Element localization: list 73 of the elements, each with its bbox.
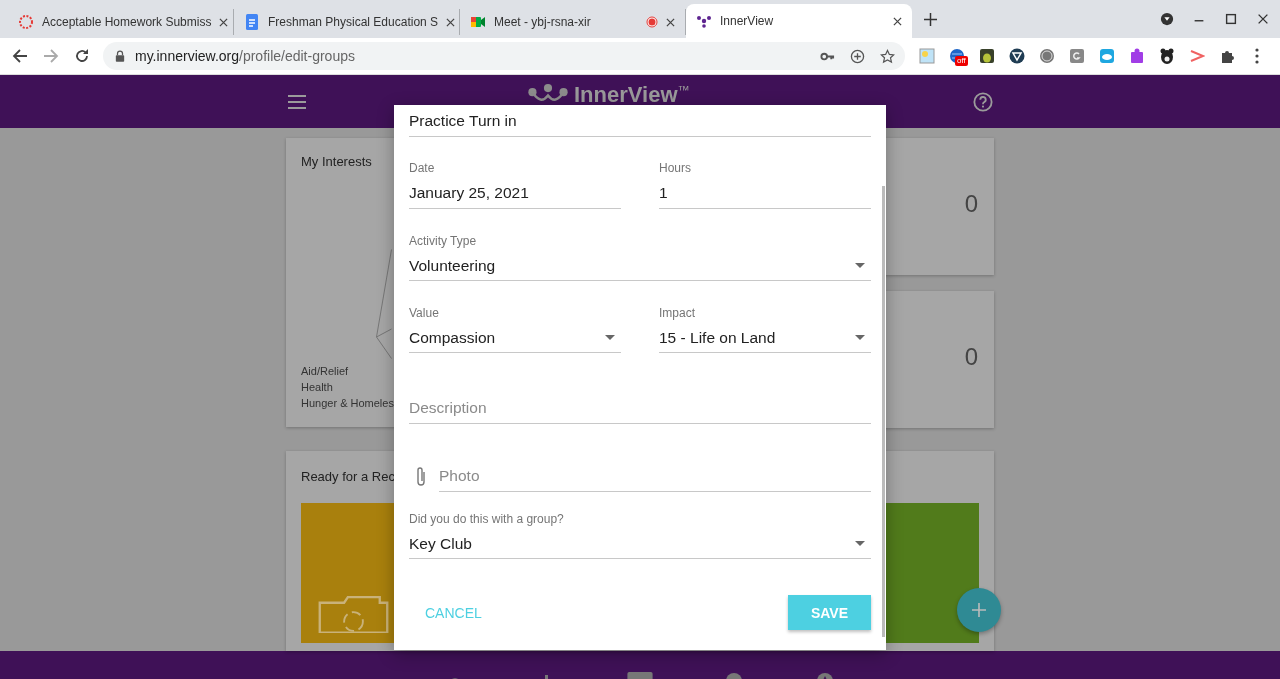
interest-label: Aid/Relief xyxy=(301,364,349,379)
circle-icon[interactable] xyxy=(1039,48,1055,64)
reload-icon[interactable] xyxy=(74,48,90,64)
address-bar[interactable]: my.innerview.org/profile/edit-groups xyxy=(103,42,905,70)
video-camera-icon xyxy=(470,14,486,30)
caret-icon xyxy=(855,541,865,546)
close-icon[interactable] xyxy=(219,17,229,27)
tab-title: Acceptable Homework Submiss xyxy=(42,15,212,29)
field-label: Date xyxy=(409,161,436,175)
field-label: Did you do this with a group? xyxy=(409,512,565,526)
caret-icon xyxy=(855,335,865,340)
globe-extension[interactable]: off xyxy=(949,48,965,64)
cloud-icon[interactable] xyxy=(1099,48,1115,64)
dots-logo-icon xyxy=(696,13,712,29)
select-field[interactable]: Compassion xyxy=(409,323,621,353)
document-icon xyxy=(244,14,260,30)
caret-icon xyxy=(855,263,865,268)
new-tab-icon[interactable] xyxy=(924,13,937,26)
logo-text: InnerView$^{™}$ xyxy=(574,81,690,108)
recording-icon xyxy=(646,16,658,28)
menu-icon[interactable] xyxy=(288,94,306,109)
close-icon[interactable] xyxy=(1256,12,1270,26)
card-title: My Interests xyxy=(301,154,372,169)
select-field[interactable]: Volunteering xyxy=(409,251,871,281)
select-field[interactable]: Key Club xyxy=(409,529,871,559)
paperclip-icon[interactable] xyxy=(415,465,427,488)
close-icon[interactable] xyxy=(893,16,902,26)
input-field[interactable]: Photo xyxy=(439,461,871,492)
field-label: Hours xyxy=(659,161,692,175)
browser-tab[interactable]: Acceptable Homework Submiss xyxy=(8,9,234,35)
ring-icon xyxy=(18,14,34,30)
stat-value: 0 xyxy=(964,189,978,218)
scrollbar[interactable] xyxy=(882,186,885,637)
puzzle-icon[interactable] xyxy=(1219,48,1235,64)
folder-icon xyxy=(316,595,391,633)
help-icon[interactable] xyxy=(973,91,993,112)
stat-value: 0 xyxy=(964,342,978,371)
dots-logo-icon xyxy=(528,83,568,102)
shield-icon[interactable] xyxy=(1009,48,1025,64)
close-icon[interactable] xyxy=(446,17,456,27)
more-menu-icon[interactable] xyxy=(1255,48,1259,64)
input-field[interactable]: Description xyxy=(409,393,871,424)
select-field[interactable]: 15 - Life on Land xyxy=(659,323,871,353)
field-label: Activity Type xyxy=(409,234,478,248)
input-field[interactable]: January 25, 2021 xyxy=(409,178,621,209)
maximize-icon[interactable] xyxy=(1224,12,1238,26)
back-arrow-icon[interactable] xyxy=(12,48,28,64)
browser-tab[interactable]: Meet - ybj-rsna-xir xyxy=(460,9,686,35)
input-field[interactable]: 1 xyxy=(659,178,871,209)
field-label: Value xyxy=(409,306,440,320)
browser-tab[interactable]: Freshman Physical Education S xyxy=(234,9,460,35)
star-icon[interactable] xyxy=(880,48,895,64)
tab-title: Freshman Physical Education S xyxy=(268,15,439,29)
plus-icon xyxy=(971,602,987,618)
off-badge: off xyxy=(955,56,968,66)
interest-label: Hunger & Homeles xyxy=(301,396,394,411)
input-field[interactable]: Practice Turn in xyxy=(409,106,871,137)
square-icon[interactable] xyxy=(1069,48,1085,64)
card-title: Ready for a Rec xyxy=(301,469,395,484)
field-label: Impact xyxy=(659,306,696,320)
browser-tab[interactable]: InnerView xyxy=(686,4,912,38)
close-icon[interactable] xyxy=(666,17,675,27)
puzzle-piece-icon[interactable] xyxy=(1129,48,1145,64)
interest-label: Health xyxy=(301,380,333,395)
lock-icon xyxy=(115,50,125,62)
profile-dropdown-icon[interactable] xyxy=(1160,12,1174,26)
caret-icon xyxy=(605,335,615,340)
url-text: my.innerview.org/profile/edit-groups xyxy=(135,48,355,64)
tab-title: InnerView xyxy=(720,14,775,28)
tab-title: Meet - ybj-rsna-xir xyxy=(494,15,592,29)
pear-icon[interactable] xyxy=(979,48,995,64)
bear-icon[interactable] xyxy=(1159,48,1175,64)
plus-circle-icon[interactable] xyxy=(850,48,865,64)
